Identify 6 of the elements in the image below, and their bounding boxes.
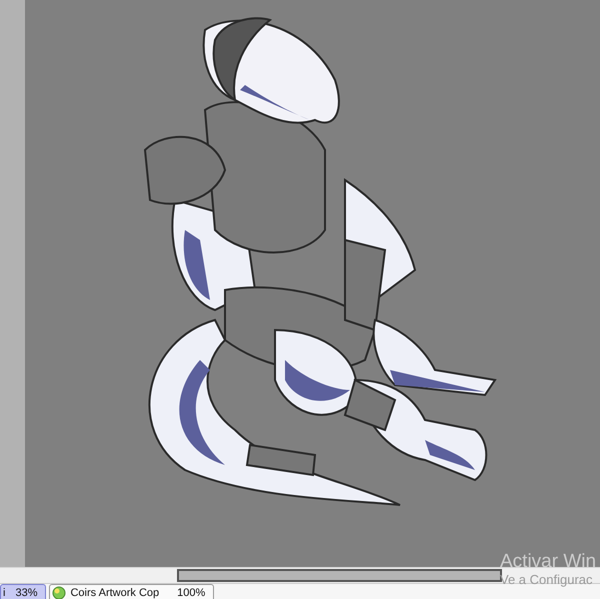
activation-title: Activar Win (500, 552, 596, 572)
scrollbar-thumb[interactable] (177, 569, 502, 582)
activation-message: Ve a Configurac (500, 572, 594, 587)
document-tab[interactable]: Coirs Artwork Cop 100% (49, 584, 214, 599)
document-icon (52, 586, 66, 599)
document-tab[interactable]: i 33% (0, 584, 46, 599)
